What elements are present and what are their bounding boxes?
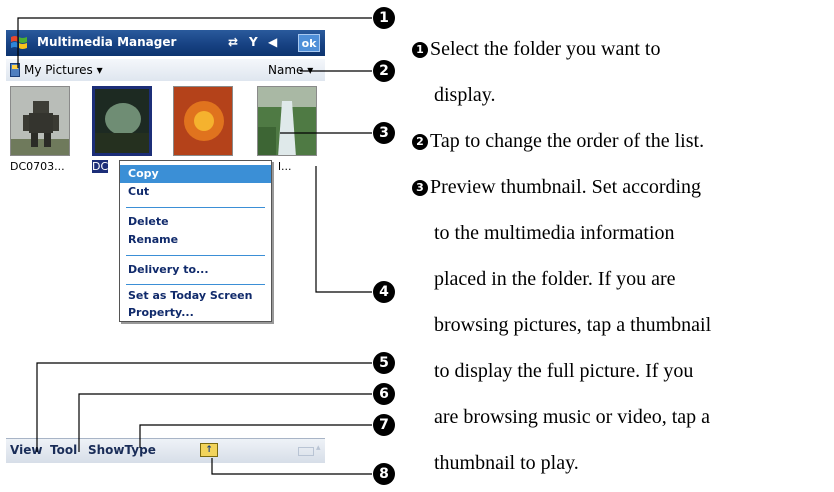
callout-badge-2: 2 [373, 60, 395, 82]
callout-badge-3: 3 [373, 122, 395, 144]
description-number: 3 [412, 180, 428, 196]
description-1-line-1: 1 Select the folder you want to [412, 38, 661, 61]
description-1-line-2: display. [434, 84, 496, 106]
description-2-line-1: 2 Tap to change the order of the list. [412, 130, 704, 153]
description-3-line-1: 3 Preview thumbnail. Set according [412, 176, 701, 199]
description-number: 1 [412, 42, 428, 58]
callout-badge-8: 8 [373, 463, 395, 485]
description-3-line-3: placed in the folder. If you are [434, 268, 676, 290]
description-3-line-7: thumbnail to play. [434, 452, 579, 474]
description-3-line-2: to the multimedia information [434, 222, 675, 244]
callout-badge-1: 1 [373, 7, 395, 29]
description-3-line-4: browsing pictures, tap a thumbnail [434, 314, 712, 336]
callout-badge-5: 5 [373, 352, 395, 374]
description-3-line-6: are browsing music or video, tap a [434, 406, 711, 428]
description-number: 2 [412, 134, 428, 150]
callout-badge-4: 4 [373, 281, 395, 303]
callout-badge-7: 7 [373, 414, 395, 436]
callout-badge-6: 6 [373, 383, 395, 405]
description-3-line-5: to display the full picture. If you [434, 360, 694, 382]
